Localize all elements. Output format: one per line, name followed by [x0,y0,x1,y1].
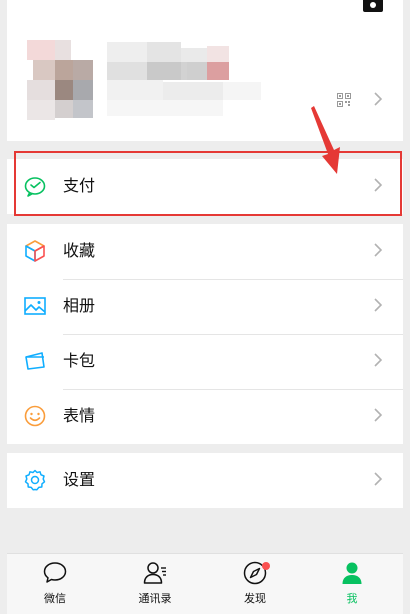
tab-contacts[interactable]: 通讯录 [120,560,190,606]
chevron-right-icon [374,298,383,312]
chevron-right-icon [374,243,383,257]
menu-item-settings[interactable]: 设置 [7,453,403,508]
annotation-arrow-icon [311,106,340,174]
cube-icon [25,240,45,262]
avatar[interactable] [21,40,107,120]
tab-label: 发现 [244,592,266,605]
menu-item-album[interactable]: 相册 [7,279,403,334]
menu-item-cards[interactable]: 卡包 [7,334,403,389]
profile-icon [342,562,362,584]
menu-item-label: 相册 [63,296,96,315]
settings-section: 设置 [7,453,403,508]
tab-bar: 微信 通讯录 发现 我 [7,553,403,614]
chevron-right-icon [374,92,383,106]
tab-label: 微信 [44,592,66,605]
menu-item-stickers[interactable]: 表情 [7,389,403,444]
me-page: 支付 收藏 相册 卡包 表情 设置 微信 通讯录 发现 我 [0,0,410,614]
tab-chats[interactable]: 微信 [20,560,90,606]
notification-dot [262,562,270,570]
tab-discover[interactable]: 发现 [220,560,290,606]
contacts-icon [143,562,166,584]
tab-label: 通讯录 [138,592,172,605]
services-section: 收藏 相册 卡包 表情 [7,224,403,444]
chat-icon [43,562,67,583]
smiley-icon [24,405,46,427]
card-icon [25,352,45,370]
chevron-right-icon [374,353,383,367]
tab-label: 我 [346,592,358,605]
menu-item-label: 收藏 [63,241,96,260]
gear-icon [24,469,46,491]
nickname-blurred [107,42,261,118]
menu-item-favorites[interactable]: 收藏 [7,224,403,279]
menu-item-label: 卡包 [63,351,96,370]
camera-icon[interactable] [363,0,383,12]
image-icon [24,297,46,315]
chevron-right-icon [374,408,383,422]
tab-me[interactable]: 我 [317,560,387,606]
chevron-right-icon [374,472,383,486]
menu-item-label: 表情 [63,406,96,425]
menu-item-label: 设置 [63,470,96,489]
